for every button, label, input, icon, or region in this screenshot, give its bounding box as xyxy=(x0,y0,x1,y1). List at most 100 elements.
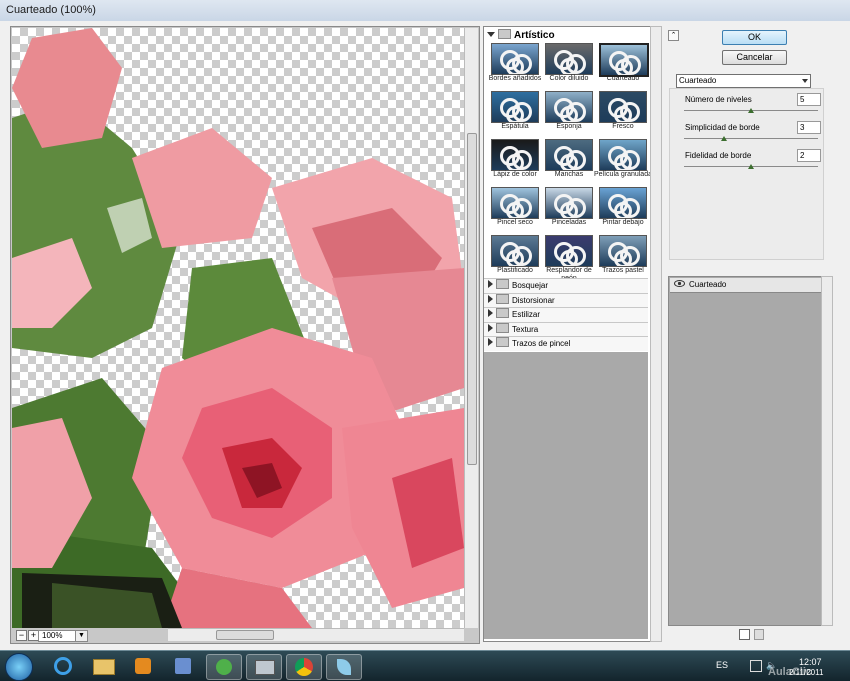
parameter-value-field[interactable]: 5 xyxy=(797,93,821,106)
window-title: Cuarteado (100%) xyxy=(6,4,96,16)
watermark: AulaClic xyxy=(768,666,813,678)
filter-thumbnail[interactable]: Pinceladas xyxy=(542,187,595,231)
collapsed-arrow-icon xyxy=(488,294,493,303)
filter-thumbnail[interactable]: Plastificado xyxy=(488,235,541,279)
parameter-value-field[interactable]: 3 xyxy=(797,121,821,134)
zoom-dropdown-button[interactable]: ▼ xyxy=(75,630,88,642)
filter-thumbnail-label: Pinceladas xyxy=(551,219,587,226)
monitor-app-icon[interactable] xyxy=(246,654,282,680)
filter-thumbnail-label: Cuarteado xyxy=(606,75,640,82)
filter-thumbnail-label: Lápiz de color xyxy=(493,171,537,178)
start-button[interactable] xyxy=(5,653,33,681)
filter-thumbnail[interactable]: Bordes añadidos xyxy=(488,43,541,87)
filter-thumbnail[interactable]: Color diluido xyxy=(542,43,595,87)
zoom-level-field[interactable]: 100% xyxy=(38,630,77,642)
category-row[interactable]: Bosquejar xyxy=(484,278,648,293)
category-row[interactable]: Distorsionar xyxy=(484,292,648,308)
filter-preview-icon xyxy=(491,187,539,219)
zoom-out-button[interactable]: − xyxy=(16,630,27,641)
eye-icon[interactable] xyxy=(674,279,685,288)
filter-select[interactable]: Cuarteado xyxy=(676,74,811,88)
filter-thumbnail[interactable]: Cuarteado xyxy=(596,43,649,87)
image-preview[interactable] xyxy=(12,28,464,628)
media-player-icon[interactable] xyxy=(126,654,160,678)
gallery-empty-area xyxy=(484,352,648,639)
folder-icon xyxy=(498,29,511,39)
preview-horizontal-scroll-thumb[interactable] xyxy=(216,630,274,640)
folder-icon xyxy=(496,308,509,319)
parameter-slider-thumb[interactable] xyxy=(748,164,754,169)
explorer-folder-icon[interactable] xyxy=(86,654,120,678)
effect-layer-row[interactable]: Cuarteado xyxy=(670,278,823,293)
preview-horizontal-scrollbar[interactable] xyxy=(168,628,464,641)
parameter-slider-thumb[interactable] xyxy=(748,108,754,113)
filter-thumbnail[interactable]: Fresco xyxy=(596,91,649,135)
messenger-icon[interactable] xyxy=(206,654,242,680)
effect-layers-panel: Cuarteado xyxy=(668,276,825,626)
filter-thumbnail[interactable]: Trazos pastel xyxy=(596,235,649,279)
filter-thumbnail[interactable]: Película granulada xyxy=(594,139,652,183)
filter-thumbnail-label: Plastificado xyxy=(497,267,533,274)
parameter-slider-thumb[interactable] xyxy=(721,136,728,141)
filter-thumbnail[interactable]: Pintar debajo xyxy=(596,187,649,231)
preview-image xyxy=(12,28,464,628)
filter-thumbnail-grid: Bordes añadidos Color diluido Cuarteado Esp… xyxy=(488,43,652,283)
filter-thumbnail[interactable]: Esponja xyxy=(542,91,595,135)
filter-thumbnail[interactable]: Resplandor de neón xyxy=(542,235,595,282)
collapsed-arrow-icon xyxy=(488,338,493,347)
parameter-value-field[interactable]: 2 xyxy=(797,149,821,162)
ok-button[interactable]: OK xyxy=(722,30,787,45)
preview-vertical-scrollbar[interactable] xyxy=(464,28,478,628)
category-label: Artístico xyxy=(514,30,555,41)
filter-preview-icon xyxy=(491,91,539,123)
filter-thumbnail-label: Bordes añadidos xyxy=(488,75,542,82)
title-bar: Cuarteado (100%) xyxy=(0,0,850,22)
filter-preview-icon xyxy=(491,235,539,267)
network-icon[interactable] xyxy=(750,660,762,672)
filter-preview-icon xyxy=(599,91,647,123)
delete-effect-layer-icon[interactable] xyxy=(754,629,764,640)
category-label: Bosquejar xyxy=(512,281,549,290)
new-effect-layer-icon[interactable] xyxy=(739,629,750,640)
category-label: Distorsionar xyxy=(512,295,555,305)
cancel-button[interactable]: Cancelar xyxy=(722,50,787,65)
filter-preview-icon xyxy=(545,91,593,123)
filter-preview-icon xyxy=(491,139,539,171)
filter-preview-icon xyxy=(599,139,647,171)
filter-thumbnail-label: Esponja xyxy=(556,123,582,130)
filter-thumbnail[interactable]: Lápiz de color xyxy=(488,139,541,183)
filter-preview-icon xyxy=(545,43,593,75)
category-row[interactable]: Trazos de pincel xyxy=(484,336,648,352)
internet-explorer-icon[interactable] xyxy=(46,654,80,678)
category-artistico[interactable]: Artístico xyxy=(484,29,649,43)
category-row[interactable]: Textura xyxy=(484,321,648,337)
category-label: Trazos de pincel xyxy=(512,339,571,349)
collapsed-arrow-icon xyxy=(488,309,493,318)
photoshop-feather-icon[interactable] xyxy=(326,654,362,680)
filter-thumbnail[interactable]: Manchas xyxy=(542,139,595,183)
filter-thumbnail-label: Pintar debajo xyxy=(602,219,644,226)
chrome-icon[interactable] xyxy=(286,654,322,680)
filter-parameters: Número de niveles 5 Simplicidad de borde 3 F… xyxy=(669,88,824,260)
folder-icon xyxy=(496,293,509,304)
filter-thumbnail-label: Espátula xyxy=(501,123,529,130)
filter-thumbnail[interactable]: Pincel seco xyxy=(488,187,541,231)
filter-thumbnail-label: Manchas xyxy=(554,171,584,178)
expanded-arrow-icon xyxy=(487,32,495,37)
filter-thumbnail-label: Pincel seco xyxy=(497,219,533,226)
filter-preview-icon xyxy=(545,187,593,219)
category-row[interactable]: Estilizar xyxy=(484,307,648,323)
chevron-down-icon xyxy=(802,79,808,83)
language-indicator[interactable]: ES xyxy=(716,660,728,670)
gallery-scrollbar[interactable] xyxy=(650,26,662,642)
filter-thumbnail-label: Película granulada xyxy=(594,171,652,178)
layers-scrollbar[interactable] xyxy=(821,276,833,626)
filter-thumbnail[interactable]: Espátula xyxy=(488,91,541,135)
filter-preview-icon xyxy=(599,43,649,77)
folder-icon xyxy=(496,322,509,333)
parameter-label: Simplicidad de borde xyxy=(685,123,760,132)
app-icon[interactable] xyxy=(166,654,200,678)
parameter-slider-track[interactable] xyxy=(684,138,818,139)
preview-vertical-scroll-thumb[interactable] xyxy=(467,133,477,465)
collapse-gallery-icon[interactable]: ⌃ xyxy=(668,30,679,41)
